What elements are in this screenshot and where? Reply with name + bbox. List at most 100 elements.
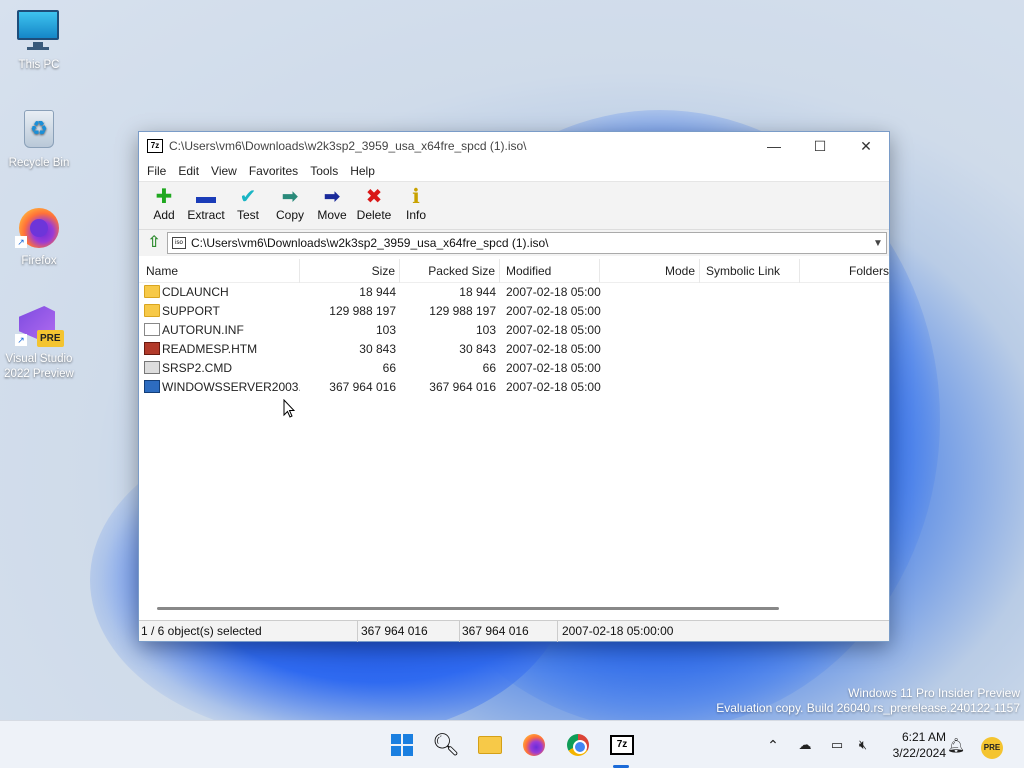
7zip-app-icon: 7z bbox=[147, 139, 163, 153]
address-text: C:\Users\vm6\Downloads\w2k3sp2_3959_usa_… bbox=[191, 236, 549, 250]
chrome-icon bbox=[567, 734, 589, 756]
file-list: CDLAUNCH 18 944 18 944 2007-02-18 05:00 … bbox=[139, 283, 889, 397]
cloud-offline-icon[interactable]: ☁ bbox=[793, 721, 817, 768]
desktop-icon-label: This PC bbox=[18, 59, 60, 71]
desktop-icon-label: Firefox bbox=[21, 255, 57, 267]
file-modified: 2007-02-18 05:00 bbox=[506, 323, 601, 337]
copy-arrow-icon: ➡ bbox=[281, 186, 299, 208]
script-file-icon bbox=[144, 361, 160, 375]
address-bar: ⇧ iso C:\Users\vm6\Downloads\w2k3sp2_395… bbox=[139, 230, 889, 256]
delete-label: Delete bbox=[356, 208, 392, 222]
file-explorer-icon bbox=[478, 736, 502, 754]
file-modified: 2007-02-18 05:00 bbox=[506, 285, 601, 299]
file-explorer-button[interactable] bbox=[474, 729, 506, 761]
column-header-mode[interactable]: Mode bbox=[600, 259, 700, 283]
disk-image-icon bbox=[144, 380, 160, 394]
add-button[interactable]: ✚ Add bbox=[143, 186, 185, 222]
start-button[interactable] bbox=[386, 729, 418, 761]
column-header-name[interactable]: Name bbox=[139, 259, 300, 283]
table-row[interactable]: WINDOWSSERVER2003.... 367 964 016 367 96… bbox=[139, 378, 889, 397]
test-button[interactable]: ✔ Test bbox=[227, 186, 269, 222]
file-modified: 2007-02-18 05:00 bbox=[506, 342, 601, 356]
7zip-taskbar-button[interactable]: 7z bbox=[606, 729, 638, 761]
menu-edit[interactable]: Edit bbox=[172, 164, 205, 178]
menu-view[interactable]: View bbox=[205, 164, 243, 178]
copy-button[interactable]: ➡ Copy bbox=[269, 186, 311, 222]
move-label: Move bbox=[317, 208, 347, 222]
firefox-icon bbox=[523, 734, 545, 756]
recycle-bin-icon: ♻ bbox=[15, 106, 63, 154]
watermark-line-1: Windows 11 Pro Insider Preview bbox=[848, 686, 1020, 700]
chrome-taskbar-button[interactable] bbox=[562, 729, 594, 761]
column-header-folders[interactable]: Folders bbox=[800, 259, 889, 283]
info-icon: ℹ bbox=[412, 186, 420, 208]
desktop-icon-recycle-bin[interactable]: ♻ Recycle Bin bbox=[4, 106, 74, 171]
notification-bell-icon[interactable]: 🔔︎ bbox=[944, 721, 968, 768]
folder-up-button[interactable]: ⇧ bbox=[141, 232, 167, 254]
volume-icon[interactable]: 🔇︎ bbox=[851, 721, 875, 768]
menu-file[interactable]: File bbox=[141, 164, 172, 178]
status-modified: 2007-02-18 05:00:00 bbox=[562, 624, 674, 638]
file-list-header: Name Size Packed Size Modified Mode Symb… bbox=[139, 259, 889, 283]
search-icon[interactable]: 🔍︎ bbox=[430, 729, 462, 761]
network-icon[interactable]: ▭ bbox=[825, 721, 849, 768]
file-packed-size: 30 843 bbox=[459, 342, 496, 356]
status-packed-size: 367 964 016 bbox=[460, 621, 558, 642]
column-header-symbolic-link[interactable]: Symbolic Link bbox=[700, 259, 800, 283]
column-header-size[interactable]: Size bbox=[300, 259, 400, 283]
menu-help[interactable]: Help bbox=[344, 164, 381, 178]
table-row[interactable]: READMESP.HTM 30 843 30 843 2007-02-18 05… bbox=[139, 340, 889, 359]
extract-label: Extract bbox=[187, 208, 225, 222]
file-size: 66 bbox=[382, 361, 396, 375]
7zip-window: 7z C:\Users\vm6\Downloads\w2k3sp2_3959_u… bbox=[138, 131, 890, 642]
status-bar: 1 / 6 object(s) selected 367 964 016 367… bbox=[139, 620, 889, 642]
test-label: Test bbox=[236, 208, 259, 222]
mouse-cursor-icon bbox=[283, 399, 295, 418]
firefox-taskbar-button[interactable] bbox=[518, 729, 550, 761]
os-watermark: Windows 11 Pro Insider Preview Evaluatio… bbox=[716, 686, 1020, 716]
check-icon: ✔ bbox=[239, 186, 257, 208]
minimize-button[interactable]: — bbox=[751, 132, 797, 160]
folder-icon bbox=[144, 304, 160, 318]
maximize-button[interactable]: ☐ bbox=[797, 132, 843, 160]
file-name: AUTORUN.INF bbox=[162, 323, 244, 337]
window-title: C:\Users\vm6\Downloads\w2k3sp2_3959_usa_… bbox=[169, 139, 527, 153]
move-button[interactable]: ➡ Move bbox=[311, 186, 353, 222]
delete-button[interactable]: ✖ Delete bbox=[353, 186, 395, 222]
table-row[interactable]: CDLAUNCH 18 944 18 944 2007-02-18 05:00 bbox=[139, 283, 889, 302]
taskbar: 🔍︎ 7z ⌃ ☁ ▭ 🔇︎ 6:21 AM 3/22/2024 🔔︎ PRE bbox=[0, 720, 1024, 768]
extract-button[interactable]: ▬ Extract bbox=[185, 186, 227, 222]
add-label: Add bbox=[153, 208, 175, 222]
desktop-icon-firefox[interactable]: ↗ Firefox bbox=[4, 204, 74, 269]
title-bar[interactable]: 7z C:\Users\vm6\Downloads\w2k3sp2_3959_u… bbox=[139, 132, 889, 160]
chevron-down-icon[interactable]: ▼ bbox=[870, 238, 886, 249]
copy-label: Copy bbox=[275, 208, 304, 222]
settings-file-icon bbox=[144, 323, 160, 337]
chevron-up-icon[interactable]: ⌃ bbox=[761, 721, 785, 768]
column-header-packed-size[interactable]: Packed Size bbox=[400, 259, 500, 283]
menu-favorites[interactable]: Favorites bbox=[243, 164, 304, 178]
table-row[interactable]: SRSP2.CMD 66 66 2007-02-18 05:00 bbox=[139, 359, 889, 378]
desktop-icon-this-pc[interactable]: This PC bbox=[4, 8, 74, 73]
info-button[interactable]: ℹ Info bbox=[395, 186, 437, 222]
menu-tools[interactable]: Tools bbox=[304, 164, 344, 178]
folder-up-icon: ⇧ bbox=[147, 234, 161, 251]
html-file-icon bbox=[144, 342, 160, 356]
table-row[interactable]: AUTORUN.INF 103 103 2007-02-18 05:00 bbox=[139, 321, 889, 340]
menu-bar: File Edit View Favorites Tools Help bbox=[139, 160, 889, 182]
desktop-icon-label: Recycle Bin bbox=[8, 157, 70, 169]
folder-icon bbox=[144, 285, 160, 299]
file-name: SUPPORT bbox=[162, 304, 220, 318]
column-header-modified[interactable]: Modified bbox=[500, 259, 600, 283]
insider-badge[interactable]: PRE bbox=[980, 721, 1004, 768]
clock[interactable]: 6:21 AM 3/22/2024 bbox=[880, 729, 946, 761]
file-name: CDLAUNCH bbox=[162, 285, 229, 299]
address-field[interactable]: iso C:\Users\vm6\Downloads\w2k3sp2_3959_… bbox=[167, 232, 887, 254]
close-button[interactable]: ✕ bbox=[843, 132, 889, 160]
desktop-icon-visual-studio[interactable]: PRE ↗ Visual Studio 2022 Preview bbox=[4, 302, 74, 382]
table-row[interactable]: SUPPORT 129 988 197 129 988 197 2007-02-… bbox=[139, 302, 889, 321]
status-size: 367 964 016 bbox=[358, 621, 460, 642]
file-modified: 2007-02-18 05:00 bbox=[506, 304, 601, 318]
horizontal-scrollbar[interactable] bbox=[157, 607, 779, 610]
file-packed-size: 367 964 016 bbox=[429, 380, 496, 394]
